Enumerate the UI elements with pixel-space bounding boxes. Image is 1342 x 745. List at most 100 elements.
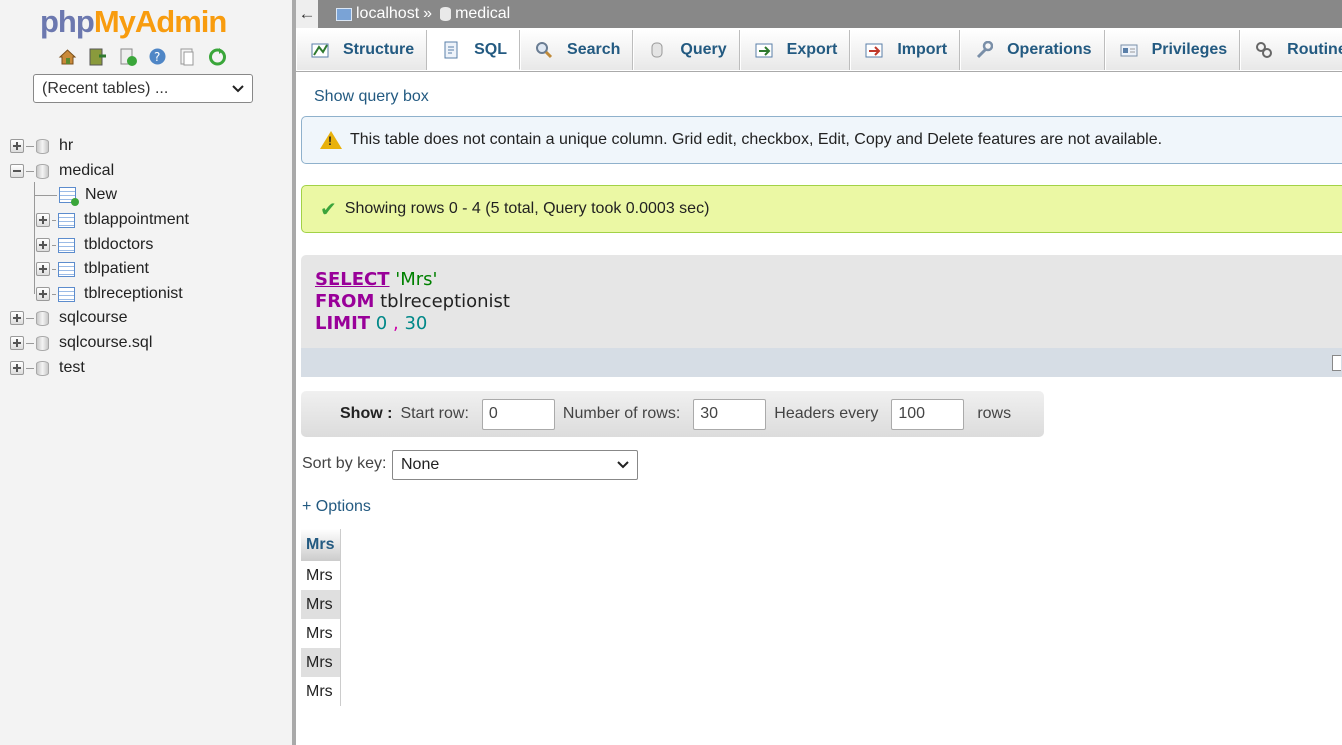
sort-by-key-value: None — [401, 456, 440, 473]
tab-label: Operations — [1007, 41, 1092, 58]
tree-item-label[interactable]: medical — [59, 162, 114, 180]
tree-item-label[interactable]: tblpatient — [84, 260, 149, 278]
warning-notice: This table does not contain a unique col… — [301, 116, 1342, 164]
sql-icon[interactable] — [117, 46, 138, 67]
tree-item-label[interactable]: sqlcourse — [59, 309, 127, 327]
table-cell: Mrs — [301, 561, 341, 590]
tab-structure[interactable]: Structure — [296, 30, 428, 70]
reload-icon[interactable] — [207, 46, 228, 67]
nav-icon-bar: ? — [57, 46, 228, 67]
tab-routines[interactable]: Routines — [1240, 30, 1342, 70]
tree-item-hr[interactable]: hr — [10, 134, 73, 158]
tree-item-label[interactable]: New — [85, 186, 117, 204]
tab-label: Structure — [343, 41, 415, 58]
success-notice: ✔ Showing rows 0 - 4 (5 total, Query too… — [301, 185, 1342, 233]
expand-icon[interactable] — [36, 287, 50, 301]
sql-keyword-from: FROM — [315, 291, 375, 312]
tree-item-label[interactable]: hr — [59, 137, 73, 155]
tree-item-label[interactable]: test — [59, 359, 85, 377]
success-text: Showing rows 0 - 4 (5 total, Query took … — [344, 200, 710, 217]
expand-icon[interactable] — [36, 262, 50, 276]
tree-item-label[interactable]: tblreceptionist — [84, 285, 183, 303]
number-of-rows-input[interactable]: 30 — [693, 398, 767, 430]
table-icon — [58, 261, 75, 277]
sql-toolbar — [301, 348, 1342, 377]
profiling-checkbox[interactable] — [1332, 355, 1341, 371]
tab-label: Search — [567, 41, 621, 58]
nav-resize-handle[interactable] — [292, 0, 296, 745]
tree-item-tblpatient[interactable]: tblpatient — [36, 257, 149, 281]
database-icon — [36, 335, 49, 351]
tab-operations[interactable]: Operations — [960, 30, 1105, 70]
query-icon — [648, 41, 666, 59]
table-icon — [58, 237, 75, 253]
breadcrumb: localhost » medical — [336, 5, 510, 23]
new-table-icon — [59, 187, 79, 206]
tree-item-tbldoctors[interactable]: tbldoctors — [36, 233, 153, 257]
expand-icon[interactable] — [10, 336, 24, 350]
expand-icon[interactable] — [36, 238, 50, 252]
expand-icon[interactable] — [10, 139, 24, 153]
database-icon — [36, 138, 49, 154]
back-arrow-icon[interactable]: ← — [296, 0, 318, 28]
options-link[interactable]: + Options — [302, 498, 371, 516]
expand-icon[interactable] — [10, 311, 24, 325]
column-header-mrs[interactable]: Mrs — [301, 521, 341, 561]
headers-every-label: Headers every — [774, 405, 879, 422]
tree-item-label[interactable]: tbldoctors — [84, 236, 153, 254]
exit-icon[interactable] — [87, 46, 108, 67]
sql-limit-offset: 0 — [375, 313, 388, 334]
table-cell: Mrs — [301, 677, 341, 706]
tab-export[interactable]: Export — [739, 30, 851, 70]
home-icon[interactable] — [57, 46, 78, 67]
sql-keyword-select[interactable]: SELECT — [315, 269, 390, 290]
tab-label: Privileges — [1151, 41, 1228, 58]
phpmyadmin-logo[interactable]: phpMyAdmin — [40, 4, 227, 40]
help-icon[interactable]: ? — [147, 46, 168, 67]
tree-item-tblappointment[interactable]: tblappointment — [36, 208, 189, 232]
search-icon — [535, 41, 553, 59]
tab-import[interactable]: Import — [850, 30, 961, 70]
recent-tables-select[interactable]: (Recent tables) ... — [33, 74, 253, 103]
breadcrumb-database[interactable]: medical — [455, 5, 510, 23]
tree-item-medical[interactable]: medical — [10, 159, 114, 183]
show-query-box-link[interactable]: Show query box — [314, 88, 429, 106]
chevron-down-icon — [617, 456, 629, 474]
tree-item-new[interactable]: New — [35, 183, 117, 207]
wrench-icon — [975, 40, 994, 59]
tab-query[interactable]: Query — [633, 30, 740, 70]
tab-privileges[interactable]: Privileges — [1104, 30, 1241, 70]
export-icon — [755, 41, 773, 59]
breadcrumb-bar: ← localhost » medical — [296, 0, 1342, 28]
tree-item-tblreceptionist[interactable]: tblreceptionist — [36, 282, 183, 306]
start-row-label: Start row: — [400, 405, 469, 422]
tab-search[interactable]: Search — [520, 30, 634, 70]
logo-myadmin: MyAdmin — [93, 4, 227, 39]
docs-icon[interactable] — [177, 46, 198, 67]
show-label: Show : — [340, 405, 393, 422]
sql-keyword-limit: LIMIT — [315, 313, 371, 334]
breadcrumb-server[interactable]: localhost — [356, 5, 419, 23]
tree-item-sqlcourse[interactable]: sqlcourse — [10, 306, 127, 330]
tree-item-label[interactable]: sqlcourse.sql — [59, 334, 152, 352]
headers-every-input[interactable]: 100 — [891, 398, 965, 430]
tree-item-sqlcourse-sql[interactable]: sqlcourse.sql — [10, 331, 152, 355]
table-row: Mrs — [301, 590, 341, 619]
structure-icon — [311, 41, 329, 59]
expand-icon[interactable] — [10, 361, 24, 375]
expand-icon[interactable] — [36, 213, 50, 227]
sort-by-key-select[interactable]: None — [392, 450, 638, 480]
tab-sql[interactable]: SQL — [427, 30, 521, 70]
navigation-controls: Show : Start row: 0 Number of rows: 30 H… — [301, 391, 1044, 437]
tree-item-test[interactable]: test — [10, 356, 85, 380]
server-icon — [336, 7, 352, 21]
rows-label: rows — [977, 405, 1012, 422]
svg-text:?: ? — [154, 50, 160, 64]
table-icon — [58, 212, 75, 228]
tree-item-label[interactable]: tblappointment — [84, 211, 189, 229]
start-row-input[interactable]: 0 — [481, 398, 555, 430]
table-icon — [58, 286, 75, 302]
database-icon — [36, 163, 49, 179]
collapse-icon[interactable] — [10, 164, 24, 178]
tab-label: Routines — [1287, 41, 1342, 58]
